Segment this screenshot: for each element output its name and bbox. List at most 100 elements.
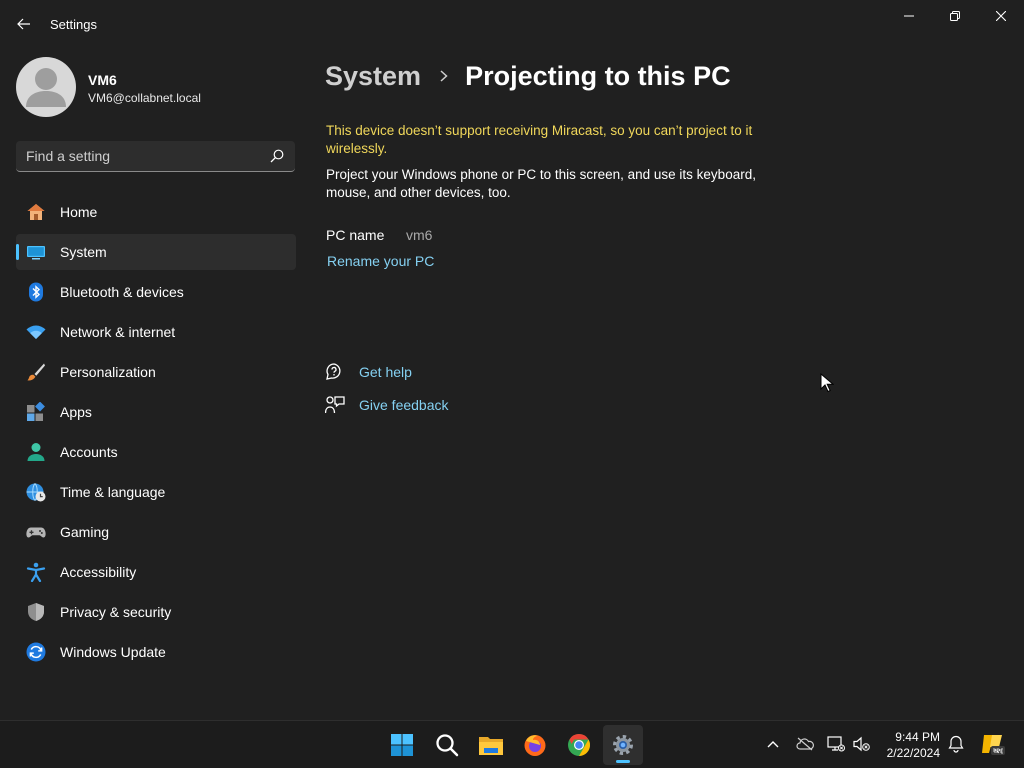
chrome-button[interactable]	[559, 725, 599, 765]
avatar[interactable]	[16, 57, 76, 117]
sidebar-item-accessibility[interactable]: Accessibility	[16, 554, 296, 590]
sidebar-item-label: System	[60, 244, 107, 260]
game-controller-icon	[26, 527, 46, 538]
sidebar-item-bluetooth[interactable]: Bluetooth & devices	[16, 274, 296, 310]
sidebar-item-label: Bluetooth & devices	[60, 284, 184, 300]
back-button[interactable]	[12, 12, 36, 36]
page-title: Projecting to this PC	[465, 60, 731, 91]
feedback-icon	[325, 396, 345, 414]
pc-name-label: PC name	[326, 227, 385, 243]
mouse-cursor-icon	[820, 373, 834, 393]
breadcrumb: System Projecting to this PC	[325, 58, 731, 94]
back-arrow-icon	[17, 18, 30, 30]
system-display-icon	[27, 246, 45, 260]
miracast-warning-text: This device doesn’t support receiving Mi…	[326, 123, 753, 156]
app-title: Settings	[50, 17, 97, 32]
breadcrumb-parent-link[interactable]: System	[325, 61, 421, 92]
wifi-icon	[26, 325, 46, 339]
close-button[interactable]	[978, 0, 1024, 32]
network-disconnected-icon	[827, 736, 845, 752]
bluetooth-icon	[29, 282, 43, 302]
sidebar-item-gaming[interactable]: Gaming	[16, 514, 296, 550]
accessibility-icon	[26, 562, 46, 582]
sidebar-item-label: Privacy & security	[60, 604, 172, 620]
title-bar: Settings	[0, 0, 1024, 48]
minimize-button[interactable]	[886, 0, 932, 32]
apps-icon	[27, 402, 45, 421]
sidebar-item-label: Gaming	[60, 524, 110, 540]
sidebar-item-network[interactable]: Network & internet	[16, 314, 296, 350]
get-help-link[interactable]: Get help	[359, 364, 412, 380]
bell-icon	[948, 735, 964, 753]
profile-email: VM6@collabnet.local	[88, 91, 201, 105]
settings-icon	[613, 735, 633, 755]
start-button[interactable]	[382, 725, 422, 765]
user-silhouette-icon	[26, 68, 66, 107]
globe-clock-icon	[26, 483, 46, 502]
sidebar-item-system[interactable]: System	[16, 234, 296, 270]
sidebar-item-label: Home	[60, 204, 98, 220]
search-input[interactable]	[26, 147, 261, 165]
copilot-preview-button[interactable]	[980, 731, 1006, 757]
sidebar-item-personalization[interactable]: Personalization	[16, 354, 296, 390]
get-help-icon	[326, 363, 341, 380]
sidebar-item-home[interactable]: Home	[16, 194, 296, 230]
shield-icon	[28, 603, 44, 621]
clock-date: 2/22/2024	[886, 746, 940, 760]
show-hidden-icons-button[interactable]	[764, 735, 782, 753]
sidebar-item-privacy-security[interactable]: Privacy & security	[16, 594, 296, 630]
give-feedback-row[interactable]: Give feedback	[325, 394, 449, 416]
rename-pc-link[interactable]: Rename your PC	[327, 253, 434, 269]
onedrive-offline-icon	[796, 737, 814, 751]
onedrive-tray-button[interactable]	[796, 735, 814, 753]
file-explorer-icon	[479, 737, 503, 755]
sidebar-item-label: Accessibility	[60, 564, 137, 580]
windows-update-icon	[26, 642, 46, 662]
sidebar-item-label: Apps	[60, 404, 92, 420]
restore-icon	[950, 11, 960, 21]
home-icon	[27, 204, 45, 220]
active-app-indicator	[616, 760, 630, 763]
give-feedback-link[interactable]: Give feedback	[359, 397, 449, 413]
windows-start-icon	[391, 734, 413, 756]
accounts-person-icon	[27, 443, 45, 461]
notifications-button[interactable]	[947, 735, 965, 753]
sidebar-item-label: Personalization	[60, 364, 156, 380]
sidebar-item-apps[interactable]: Apps	[16, 394, 296, 430]
search-icon	[436, 734, 459, 757]
get-help-row[interactable]: Get help	[325, 361, 412, 383]
sidebar-item-label: Network & internet	[60, 324, 176, 340]
pc-name-value: vm6	[406, 227, 433, 243]
minimize-icon	[904, 15, 914, 17]
sidebar-item-time-language[interactable]: Time & language	[16, 474, 296, 510]
description-text: Project your Windows phone or PC to this…	[326, 167, 756, 200]
firefox-button[interactable]	[515, 725, 555, 765]
paintbrush-icon	[27, 363, 45, 381]
close-icon	[996, 11, 1006, 21]
firefox-icon	[524, 735, 546, 756]
sidebar-item-accounts[interactable]: Accounts	[16, 434, 296, 470]
taskbar: 9:44 PM 2/22/2024	[0, 720, 1024, 768]
clock-time: 9:44 PM	[895, 730, 940, 744]
restore-button[interactable]	[932, 0, 978, 32]
profile-name: VM6	[88, 72, 117, 88]
copilot-preview-icon	[982, 735, 1005, 755]
sidebar-item-label: Time & language	[60, 484, 166, 500]
volume-tray-button[interactable]	[853, 735, 871, 753]
chevron-up-icon	[767, 741, 779, 748]
chrome-icon	[568, 734, 590, 756]
settings-taskbar-button[interactable]	[603, 725, 643, 765]
sidebar-item-label: Accounts	[60, 444, 118, 460]
taskbar-search-button[interactable]	[427, 725, 467, 765]
file-explorer-button[interactable]	[471, 725, 511, 765]
taskbar-clock[interactable]: 9:44 PM 2/22/2024	[878, 729, 940, 761]
sidebar-item-windows-update[interactable]: Windows Update	[16, 634, 296, 670]
sidebar-nav: Home System Bluetooth & devices Network …	[16, 194, 296, 674]
sidebar-item-label: Windows Update	[60, 644, 166, 660]
search-icon[interactable]	[270, 149, 284, 163]
search-box[interactable]	[16, 141, 295, 172]
chevron-right-icon	[440, 70, 448, 82]
network-tray-button[interactable]	[827, 735, 845, 753]
selection-indicator	[16, 244, 19, 260]
volume-muted-icon	[853, 736, 870, 752]
